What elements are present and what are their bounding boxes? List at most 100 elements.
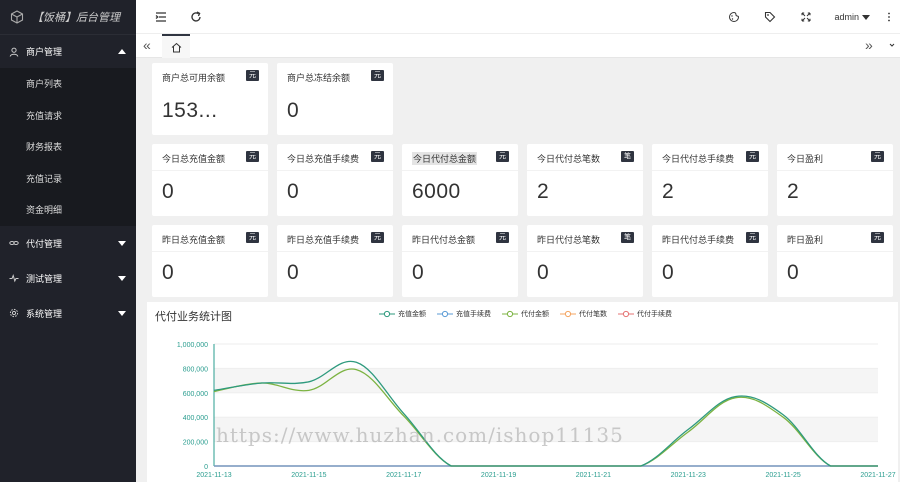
sidebar: 【饭桶】后台管理 商户管理 商户列表 充值请求 财务报表 充值记录 资金明细 代… xyxy=(0,0,136,482)
stat-card-value: 2 xyxy=(787,180,800,203)
stat-card-title: 今日总充值金额 xyxy=(162,154,226,164)
tab-scroll-left-icon[interactable]: « xyxy=(143,37,151,53)
tab-home[interactable] xyxy=(162,34,190,58)
stat-card-title: 昨日代付总金额 xyxy=(412,235,476,245)
theme-icon[interactable] xyxy=(728,11,740,23)
stat-card-title: 商户总冻结余额 xyxy=(287,73,351,83)
divider xyxy=(152,170,268,171)
sidebar-menu-system[interactable]: 系统管理 xyxy=(0,296,136,331)
stat-card-title: 今日代付总笔数 xyxy=(537,154,601,164)
tab-bar: « » xyxy=(136,34,900,58)
stat-card-value: 2 xyxy=(662,180,675,203)
stat-card-value: 0 xyxy=(287,261,300,284)
y-tick-label: 600,000 xyxy=(183,391,208,398)
sidebar-menu-label: 测试管理 xyxy=(26,273,63,284)
sidebar-item-recharge-request[interactable]: 充值请求 xyxy=(0,100,136,132)
stat-card: 昨日代付总金额 元 0 xyxy=(402,225,518,297)
grid-band xyxy=(214,417,878,442)
x-tick-label: 2021-11-15 xyxy=(291,472,326,479)
stat-card: 昨日代付总手续费 元 0 xyxy=(652,225,768,297)
stat-card: 昨日总充值手续费 元 0 xyxy=(277,225,393,297)
sidebar-menu-test[interactable]: 测试管理 xyxy=(0,261,136,296)
stat-card-title: 商户总可用余额 xyxy=(162,73,226,83)
user-menu[interactable]: admin xyxy=(834,12,870,22)
tag-icon[interactable] xyxy=(764,11,776,23)
stat-card: 今日盈利 元 2 xyxy=(777,144,893,216)
line-chart: 0 200,000 400,000 600,000 800,000 1,000,000 20… xyxy=(177,342,896,479)
divider xyxy=(652,170,768,171)
more-vertical-icon[interactable] xyxy=(886,11,892,23)
sidebar-item-merchant-list[interactable]: 商户列表 xyxy=(0,68,136,100)
divider xyxy=(277,170,393,171)
sidebar-item-finance-report[interactable]: 财务报表 xyxy=(0,131,136,163)
menu-fold-icon[interactable] xyxy=(155,11,167,23)
unit-badge: 元 xyxy=(871,232,884,243)
unit-badge: 元 xyxy=(496,232,509,243)
y-tick-label: 1,000,000 xyxy=(177,342,208,349)
user-icon xyxy=(9,47,19,57)
stat-card: 昨日代付总笔数 笔 0 xyxy=(527,225,643,297)
unit-badge: 元 xyxy=(871,151,884,162)
y-tick-label: 800,000 xyxy=(183,366,208,373)
x-tick-label: 2021-11-19 xyxy=(481,472,516,479)
stat-card-value: 6000 xyxy=(412,180,461,203)
x-tick-label: 2021-11-17 xyxy=(386,472,421,479)
tab-scroll-right-icon[interactable]: » xyxy=(865,37,873,53)
link-icon xyxy=(9,238,19,248)
sidebar-item-fund-detail[interactable]: 资金明细 xyxy=(0,194,136,226)
fullscreen-icon[interactable] xyxy=(800,11,812,23)
x-tick-label: 2021-11-13 xyxy=(196,472,231,479)
unit-badge: 元 xyxy=(746,151,759,162)
stat-card-title: 昨日代付总笔数 xyxy=(537,235,601,245)
chevron-down-icon xyxy=(118,311,126,316)
pulse-icon xyxy=(9,273,19,283)
logo-text: 【饭桶】后台管理 xyxy=(32,12,120,24)
sidebar-item-recharge-record[interactable]: 充值记录 xyxy=(0,163,136,195)
top-header: admin xyxy=(136,0,900,34)
unit-badge: 元 xyxy=(246,232,259,243)
caret-down-icon xyxy=(862,14,870,20)
unit-badge: 元 xyxy=(246,151,259,162)
stat-card: 今日总充值金额 元 0 xyxy=(152,144,268,216)
stat-card: 今日代付总金额 元 6000 xyxy=(402,144,518,216)
unit-badge: 元 xyxy=(746,232,759,243)
unit-badge: 笔 xyxy=(621,151,634,162)
stat-card: 商户总可用余额 元 153... xyxy=(152,63,268,135)
home-icon xyxy=(171,42,181,52)
x-tick-label: 2021-11-25 xyxy=(765,472,800,479)
sidebar-menu-payout[interactable]: 代付管理 xyxy=(0,226,136,261)
tab-options-icon[interactable] xyxy=(888,40,896,52)
unit-badge: 元 xyxy=(496,151,509,162)
stat-card: 商户总冻结余额 元 0 xyxy=(277,63,393,135)
divider xyxy=(277,251,393,252)
stat-card: 昨日盈利 元 0 xyxy=(777,225,893,297)
unit-badge: 元 xyxy=(371,232,384,243)
stat-card-title: 昨日盈利 xyxy=(787,235,824,245)
logo[interactable]: 【饭桶】后台管理 xyxy=(0,0,136,35)
divider xyxy=(527,170,643,171)
divider xyxy=(402,170,518,171)
chevron-up-icon xyxy=(118,48,126,54)
stat-card-value: 0 xyxy=(787,261,800,284)
stat-card: 今日代付总笔数 笔 2 xyxy=(527,144,643,216)
stat-card-title: 今日盈利 xyxy=(787,154,824,164)
x-tick-label: 2021-11-27 xyxy=(860,472,895,479)
stat-card-value: 2 xyxy=(537,180,550,203)
divider xyxy=(777,251,893,252)
refresh-icon[interactable] xyxy=(190,11,202,23)
sidebar-menu-merchant[interactable]: 商户管理 xyxy=(0,35,136,68)
chevron-down-icon xyxy=(118,241,126,246)
stat-card-title: 今日代付总金额 xyxy=(412,152,478,165)
sidebar-menu-label: 商户管理 xyxy=(26,47,63,57)
x-tick-label: 2021-11-21 xyxy=(576,472,611,479)
stat-card-value: 0 xyxy=(287,180,300,203)
divider xyxy=(652,251,768,252)
divider xyxy=(402,251,518,252)
stat-card-title: 今日总充值手续费 xyxy=(287,154,360,164)
stat-card-value: 0 xyxy=(287,99,300,122)
unit-badge: 元 xyxy=(371,70,384,81)
gear-icon xyxy=(9,308,19,318)
stat-card-value: 0 xyxy=(412,261,425,284)
stat-card-value: 0 xyxy=(662,261,675,284)
chart-panel: 代付业务统计图 充值金额 充值手续费 代付金额 代付笔数 代付手续费 0 200,000 4… xyxy=(147,302,898,482)
